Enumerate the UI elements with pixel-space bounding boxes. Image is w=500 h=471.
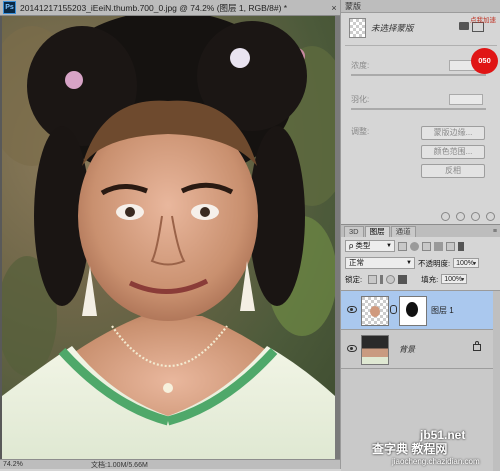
layers-tabbar: 3D 图层 通道 ≡ (341, 225, 500, 237)
chevron-down-icon: ▼ (386, 243, 392, 249)
lock-transparent-icon[interactable] (368, 274, 378, 284)
density-label: 浓度: (351, 61, 370, 70)
layer-name[interactable]: 图层 1 (431, 305, 454, 316)
layer1-mask-thumbnail[interactable] (399, 296, 427, 326)
watermark-chinese: 查字典 教程网 (372, 442, 448, 456)
panel-menu-icon[interactable]: ≡ (493, 227, 497, 237)
mask-panel-title: 蒙版 (345, 1, 361, 11)
color-range-button[interactable]: 颜色范围... (421, 145, 485, 159)
visibility-icon[interactable] (471, 211, 480, 221)
chevron-down-icon: ▼ (460, 277, 466, 283)
document-size-info[interactable]: 文档:1.00M/5.66M (91, 460, 148, 470)
density-slider[interactable] (351, 74, 486, 76)
apply-mask-icon[interactable] (456, 211, 465, 221)
pixel-mask-icon[interactable] (459, 22, 469, 30)
lock-row: 锁定: 填充: 100% ▼ (345, 273, 468, 285)
filter-kind-value: 类型 (355, 241, 371, 250)
portrait-image (2, 16, 335, 460)
tab-3d[interactable]: 3D (344, 226, 364, 237)
layer1-thumbnail-face (370, 306, 380, 317)
load-selection-icon[interactable] (441, 211, 450, 221)
eye-icon[interactable] (347, 345, 357, 352)
speed-badge-label: 点我加速 (470, 17, 496, 24)
filter-toggle-icon[interactable] (458, 241, 464, 251)
adjustment-filter-icon[interactable] (410, 241, 419, 251)
photoshop-icon: Ps (3, 1, 16, 14)
divider (345, 45, 497, 46)
layer-name[interactable]: 背景 (399, 344, 415, 355)
layer-row-layer1[interactable]: 图层 1 (341, 291, 493, 330)
layer1-thumbnail (361, 296, 389, 326)
background-thumbnail (361, 335, 389, 365)
opacity-label: 不透明度: (418, 258, 451, 268)
invert-button[interactable]: 反相 (421, 164, 485, 178)
image-canvas[interactable] (2, 16, 335, 460)
blend-row: 正常 ▼ 不透明度: 100% ▼ (345, 257, 480, 269)
properties-panel: 蒙版 未选择蒙版 浓度: 羽化: 调整: 蒙版边缘... 颜色范围... 反相 (341, 0, 500, 222)
feather-label: 羽化: (351, 95, 370, 104)
blend-mode-value: 正常 (349, 258, 364, 267)
document-title: 20141217155203_iEeiN.thumb.700_0.jpg @ 7… (20, 2, 288, 13)
type-filter-icon[interactable] (422, 241, 431, 251)
delete-mask-icon[interactable] (486, 211, 495, 221)
lock-icon (473, 341, 481, 351)
fill-label: 填充: (421, 274, 439, 284)
tab-channels[interactable]: 通道 (390, 226, 416, 237)
pixel-filter-icon[interactable] (398, 241, 407, 251)
mask-status-text: 未选择蒙版 (371, 23, 414, 33)
status-bar: 74.2% 文档:1.00M/5.66M (0, 459, 340, 469)
feather-slider[interactable] (351, 108, 486, 110)
mask-edge-button[interactable]: 蒙版边缘... (421, 126, 485, 140)
smart-object-filter-icon[interactable] (446, 241, 455, 251)
speed-badge[interactable]: 050 (471, 48, 498, 74)
feather-field[interactable] (449, 94, 483, 105)
eye-icon[interactable] (347, 306, 357, 313)
lock-all-icon[interactable] (398, 274, 408, 284)
tab-layers[interactable]: 图层 (364, 226, 390, 237)
watermark-url: jiaocheng.chazidian.com (392, 457, 480, 466)
properties-footer (341, 210, 500, 222)
right-panel-dock: 蒙版 未选择蒙版 浓度: 羽化: 调整: 蒙版边缘... 颜色范围... 反相 … (340, 0, 500, 471)
shape-filter-icon[interactable] (434, 241, 443, 251)
fill-field[interactable]: 100% ▼ (441, 274, 468, 284)
zoom-level[interactable]: 74.2% (3, 461, 31, 468)
layers-scrollbar[interactable] (493, 291, 500, 471)
properties-header: 蒙版 (341, 0, 500, 13)
blend-mode-select[interactable]: 正常 ▼ (345, 257, 415, 269)
close-icon[interactable]: × (328, 3, 340, 13)
chevron-down-icon: ▼ (472, 261, 478, 267)
layer-row-background[interactable]: 背景 (341, 330, 493, 369)
mask-shape (406, 302, 418, 317)
layer-filter-row: ρ 类型 ▼ (345, 240, 464, 252)
lock-position-icon[interactable] (386, 274, 396, 284)
link-icon[interactable] (390, 305, 397, 314)
lock-label: 锁定: (345, 274, 363, 284)
adjust-label: 调整: (351, 127, 370, 136)
filter-kind-select[interactable]: ρ 类型 ▼ (345, 240, 395, 252)
mask-thumbnail (349, 18, 366, 38)
lock-paint-icon[interactable] (380, 274, 384, 284)
chevron-down-icon: ▼ (406, 260, 412, 266)
opacity-field[interactable]: 100% ▼ (453, 258, 480, 268)
document-window: Ps 20141217155203_iEeiN.thumb.700_0.jpg … (0, 0, 340, 469)
document-tab[interactable]: Ps 20141217155203_iEeiN.thumb.700_0.jpg … (0, 0, 340, 16)
